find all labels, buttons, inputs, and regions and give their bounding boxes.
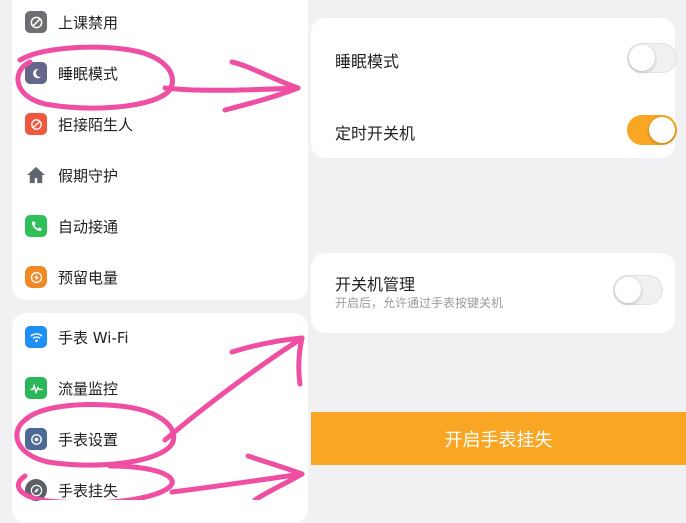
annotation-circle — [14, 402, 177, 468]
annotation-arrow — [162, 85, 301, 93]
annotation-circle — [16, 463, 175, 500]
annotation-arrowhead — [222, 59, 301, 113]
annotation-overlay — [14, 44, 305, 500]
annotation-circle — [15, 44, 175, 111]
